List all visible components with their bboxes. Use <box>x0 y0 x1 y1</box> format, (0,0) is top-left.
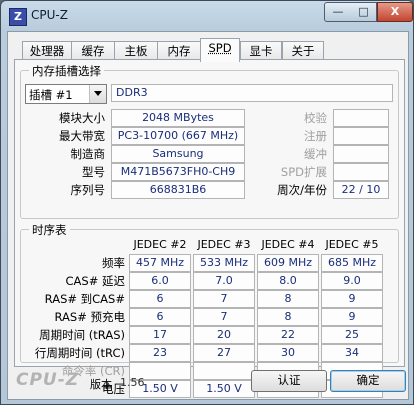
timing-cell: 6 <box>129 308 191 326</box>
timing-cell: 533 MHz <box>193 254 255 272</box>
slot-field-value: 2048 MBytes <box>111 109 245 127</box>
timing-cell: 457 MHz <box>129 254 191 272</box>
maximize-button[interactable]: □ <box>351 2 377 22</box>
timing-column-header: JEDEC #4 <box>261 238 315 251</box>
tab-2[interactable]: 缓存 <box>71 41 115 61</box>
slot-select[interactable]: 插槽 #1 <box>25 84 107 104</box>
slot-side-label: 缓冲 <box>304 147 327 161</box>
timing-group-title: 时序表 <box>29 222 70 238</box>
tab-6[interactable]: 显卡 <box>240 41 282 61</box>
close-icon: X <box>390 5 400 18</box>
timing-row-label: 行周期时间 (tRC) <box>34 346 125 360</box>
tab-7[interactable]: 关于 <box>282 41 324 61</box>
close-button[interactable]: X <box>377 2 413 22</box>
timing-cell: 34 <box>321 344 383 362</box>
timing-row-label: RAS# 预充电 <box>54 310 125 324</box>
timing-cell: 6 <box>129 290 191 308</box>
timing-row-label: RAS# 到CAS# <box>44 292 125 306</box>
footer: CPU-Z 版本 1.56 认证 确定 <box>8 368 408 399</box>
timing-cell: 609 MHz <box>257 254 319 272</box>
slot-side-value <box>333 145 389 163</box>
timing-cell: 685 MHz <box>321 254 383 272</box>
maximize-icon: □ <box>358 5 369 18</box>
slot-side-value <box>333 127 389 145</box>
tab-label: 主板 <box>124 44 148 58</box>
version-label: 版本 <box>90 378 112 391</box>
slot-field-label: 模块大小 <box>59 111 105 125</box>
timing-cell: 8 <box>257 308 319 326</box>
timing-cell: 7 <box>193 308 255 326</box>
timing-cell: 8.0 <box>257 272 319 290</box>
slot-side-label: 注册 <box>304 129 327 143</box>
minimize-icon: — <box>332 5 344 18</box>
timing-cell: 8 <box>257 290 319 308</box>
tab-5[interactable]: SPD <box>200 38 240 62</box>
slot-side-label: 校验 <box>304 111 327 125</box>
tab-label: 关于 <box>291 44 315 58</box>
cpuz-brand-logo: CPU-Z <box>16 370 80 390</box>
tab-label: SPD <box>208 41 232 55</box>
timing-column-header: JEDEC #3 <box>197 238 251 251</box>
timing-row-label: 周期时间 (tRAS) <box>39 328 125 342</box>
version-value: 1.56 <box>120 376 145 389</box>
timing-cell: 23 <box>129 344 191 362</box>
tab-1[interactable]: 处理器 <box>22 41 72 61</box>
timing-cell: 30 <box>257 344 319 362</box>
slot-field-label: 型号 <box>82 165 105 179</box>
slot-side-value <box>333 109 389 127</box>
tab-label: 处理器 <box>29 44 65 58</box>
slot-field-value: M471B5673FH0-CH9 <box>111 163 245 181</box>
chevron-down-icon[interactable] <box>89 85 106 103</box>
slot-field-label: 最大带宽 <box>59 129 105 143</box>
spd-panel: 内存插槽选择 插槽 #1 DDR3 模块大小 2048 MBytes 最大带宽 PC3… <box>14 59 405 398</box>
slot-field-value: PC3-10700 (667 MHz) <box>111 127 245 145</box>
slot-side-value: 22 / 10 <box>333 181 389 199</box>
minimize-button[interactable]: — <box>324 2 352 22</box>
slot-side-value <box>333 163 389 181</box>
tab-3[interactable]: 主板 <box>114 41 158 61</box>
timing-column-header: JEDEC #2 <box>133 238 187 251</box>
tab-4[interactable]: 内存 <box>157 41 201 61</box>
slot-field-value: Samsung <box>111 145 245 163</box>
memory-type-field: DDR3 <box>111 84 393 102</box>
timing-cell: 9 <box>321 290 383 308</box>
timing-cell: 9.0 <box>321 272 383 290</box>
client-area: 处理器 缓存 主板 内存 SPD 显卡 关于 内存插槽选择 插槽 #1 DDR3 模块大小 2… <box>7 31 409 400</box>
slot-field-value: 668831B6 <box>111 181 245 199</box>
validate-button[interactable]: 认证 <box>251 370 327 392</box>
timing-cell: 17 <box>129 326 191 344</box>
timing-cell: 7.0 <box>193 272 255 290</box>
timing-cell: 27 <box>193 344 255 362</box>
slot-group: 内存插槽选择 插槽 #1 DDR3 模块大小 2048 MBytes 最大带宽 PC3… <box>20 63 399 219</box>
cpuz-window: Z CPU-Z — □ X 处理器 缓存 主板 内存 SPD 显卡 关于 内存插槽选择 插槽… <box>0 0 414 405</box>
timing-column-header: JEDEC #5 <box>325 238 379 251</box>
tab-label: 显卡 <box>249 44 273 58</box>
timing-cell: 7 <box>193 290 255 308</box>
slot-field-label: 制造商 <box>70 147 106 161</box>
timing-cell: 22 <box>257 326 319 344</box>
title-bar[interactable]: Z CPU-Z — □ X <box>1 1 413 31</box>
timing-row-label: 频率 <box>102 256 125 270</box>
slot-group-title: 内存插槽选择 <box>29 63 104 79</box>
ok-button[interactable]: 确定 <box>330 370 406 392</box>
timing-cell: 25 <box>321 326 383 344</box>
timing-cell: 9 <box>321 308 383 326</box>
slot-select-value: 插槽 #1 <box>29 88 73 102</box>
slot-side-label: SPD扩展 <box>280 165 327 179</box>
timing-group: 时序表 JEDEC #2 JEDEC #3 JEDEC #4 JEDEC #5 频率 45… <box>20 222 399 398</box>
timing-row-label: CAS# 延迟 <box>65 274 126 288</box>
timing-cell: 20 <box>193 326 255 344</box>
tab-strip: 处理器 缓存 主板 内存 SPD 显卡 关于 <box>14 38 404 62</box>
timing-cell: 6.0 <box>129 272 191 290</box>
tab-label: 缓存 <box>81 44 105 58</box>
slot-field-label: 序列号 <box>70 183 106 197</box>
tab-label: 内存 <box>167 44 191 58</box>
window-title: CPU-Z <box>31 8 68 22</box>
slot-side-label: 周次/年份 <box>277 183 327 197</box>
cpuz-app-icon: Z <box>9 8 27 26</box>
